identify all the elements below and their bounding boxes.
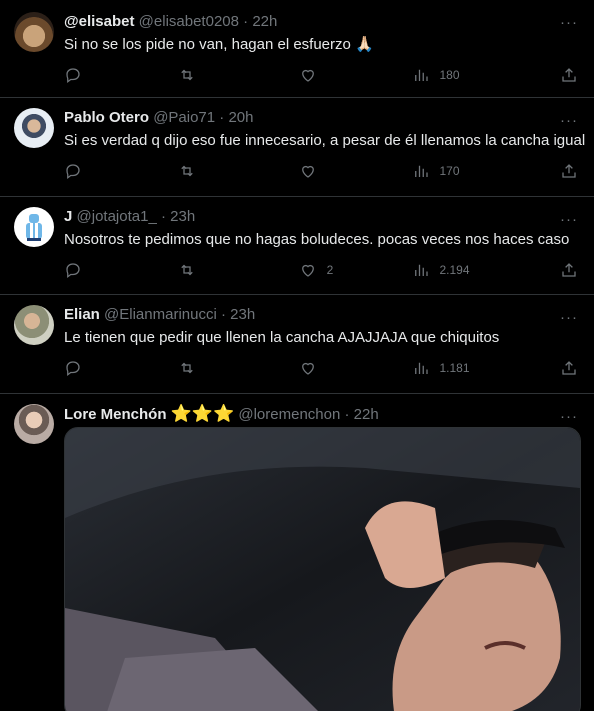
avatar[interactable]: [14, 108, 54, 148]
tweet-actions: 180: [64, 65, 578, 85]
separator: ·: [220, 306, 226, 323]
user-handle[interactable]: @jotajota1_: [77, 208, 157, 225]
views-count: 1.181: [439, 361, 470, 375]
reply-button[interactable]: [64, 162, 178, 180]
reply-button[interactable]: [64, 359, 178, 377]
tweet[interactable]: @elisabet @elisabet0208 · 22h ··· Si no …: [0, 0, 594, 98]
avatar[interactable]: [14, 207, 54, 247]
like-button[interactable]: 2: [299, 261, 412, 279]
retweet-icon: [181, 362, 193, 374]
user-handle[interactable]: @Paio71: [153, 109, 215, 126]
more-icon[interactable]: ···: [560, 408, 578, 425]
user-handle[interactable]: @Elianmarinucci: [104, 306, 217, 323]
avatar[interactable]: [14, 12, 54, 52]
timestamp[interactable]: 20h: [228, 109, 253, 126]
share-button[interactable]: [560, 359, 578, 377]
tweet-actions: 2 2.194: [64, 260, 578, 280]
tweet-text: Nosotros te pedimos que no hagas boludec…: [64, 231, 570, 248]
display-name[interactable]: Lore Menchón: [64, 406, 167, 423]
share-button[interactable]: [560, 66, 578, 84]
more-icon[interactable]: ···: [560, 112, 578, 129]
tweet[interactable]: Lore Menchón ⭐⭐⭐ @loremenchon · 22h ···: [0, 394, 594, 711]
share-button[interactable]: [560, 261, 578, 279]
share-icon: [562, 263, 576, 277]
views-count: 170: [439, 164, 460, 178]
reply-icon: [66, 68, 80, 84]
tweet-text: Si es verdad q dijo eso fue innecesario,…: [64, 132, 586, 149]
views-count: 2.194: [439, 263, 470, 277]
retweet-icon: [181, 165, 193, 177]
reply-icon: [66, 164, 80, 180]
retweet-button[interactable]: [178, 162, 299, 180]
views-button[interactable]: 180: [412, 66, 561, 84]
views-icon: [414, 264, 428, 276]
tweet[interactable]: Elian @Elianmarinucci · 23h ··· Le tiene…: [0, 295, 594, 394]
views-count: 180: [439, 68, 460, 82]
tweet-header: Pablo Otero @Paio71 · 20h: [64, 108, 578, 128]
views-icon: [414, 69, 428, 81]
display-name[interactable]: Pablo Otero: [64, 109, 149, 126]
share-button[interactable]: [560, 162, 578, 180]
share-icon: [562, 164, 576, 178]
timestamp[interactable]: 23h: [170, 208, 195, 225]
views-icon: [414, 165, 428, 177]
share-icon: [562, 68, 576, 82]
like-button[interactable]: [299, 162, 412, 180]
user-handle[interactable]: @loremenchon: [238, 406, 340, 423]
tweet[interactable]: Pablo Otero @Paio71 · 20h ··· Si es verd…: [0, 98, 594, 197]
star-icon: ⭐⭐⭐: [170, 404, 235, 423]
reply-button[interactable]: [64, 66, 178, 84]
like-icon: [301, 165, 314, 178]
separator: ·: [219, 109, 225, 126]
timestamp[interactable]: 22h: [252, 13, 277, 30]
reply-button[interactable]: [64, 261, 178, 279]
tweet[interactable]: J @jotajota1_ · 23h ··· Nosotros te pedi…: [0, 197, 594, 295]
media-photo: [65, 428, 580, 711]
display-name[interactable]: J: [64, 208, 72, 225]
retweet-icon: [181, 69, 193, 81]
avatar-illustration: [26, 214, 42, 241]
views-icon: [414, 362, 428, 374]
avatar[interactable]: [14, 305, 54, 345]
tweet-header: Lore Menchón ⭐⭐⭐ @loremenchon · 22h: [64, 404, 578, 425]
like-button[interactable]: [299, 359, 412, 377]
timestamp[interactable]: 22h: [354, 406, 379, 423]
like-button[interactable]: [299, 66, 412, 84]
tweet-header: Elian @Elianmarinucci · 23h: [64, 305, 578, 325]
tweet-header: J @jotajota1_ · 23h: [64, 207, 578, 227]
tweet-actions: 170: [64, 161, 578, 181]
views-button[interactable]: 170: [412, 162, 561, 180]
display-name[interactable]: @elisabet: [64, 13, 135, 30]
more-icon[interactable]: ···: [560, 211, 578, 228]
tweet-header: @elisabet @elisabet0208 · 22h: [64, 12, 578, 32]
reply-icon: [66, 361, 80, 377]
more-icon[interactable]: ···: [560, 309, 578, 326]
avatar[interactable]: [14, 404, 54, 444]
separator: ·: [160, 208, 166, 225]
tweet-actions: 1.181: [64, 358, 578, 378]
share-icon: [562, 361, 576, 375]
separator: ·: [344, 406, 350, 423]
views-button[interactable]: 2.194: [412, 261, 561, 279]
display-name[interactable]: Elian: [64, 306, 100, 323]
more-icon[interactable]: ···: [560, 14, 578, 31]
retweet-button[interactable]: [178, 261, 299, 279]
like-icon: [301, 362, 314, 375]
tweet-text: Si no se los pide no van, hagan el esfue…: [64, 36, 374, 53]
tweet-media[interactable]: [64, 427, 581, 711]
retweet-icon: [181, 264, 193, 276]
retweet-button[interactable]: [178, 359, 299, 377]
like-icon: [301, 264, 314, 277]
like-count: 2: [326, 263, 334, 277]
reply-icon: [66, 263, 80, 279]
separator: ·: [243, 13, 249, 30]
tweet-text: Le tienen que pedir que llenen la cancha…: [64, 329, 500, 346]
timestamp[interactable]: 23h: [230, 306, 255, 323]
user-handle[interactable]: @elisabet0208: [139, 13, 239, 30]
views-button[interactable]: 1.181: [412, 359, 561, 377]
like-icon: [301, 69, 314, 82]
timeline-feed: @elisabet @elisabet0208 · 22h ··· Si no …: [0, 0, 594, 711]
retweet-button[interactable]: [178, 66, 299, 84]
